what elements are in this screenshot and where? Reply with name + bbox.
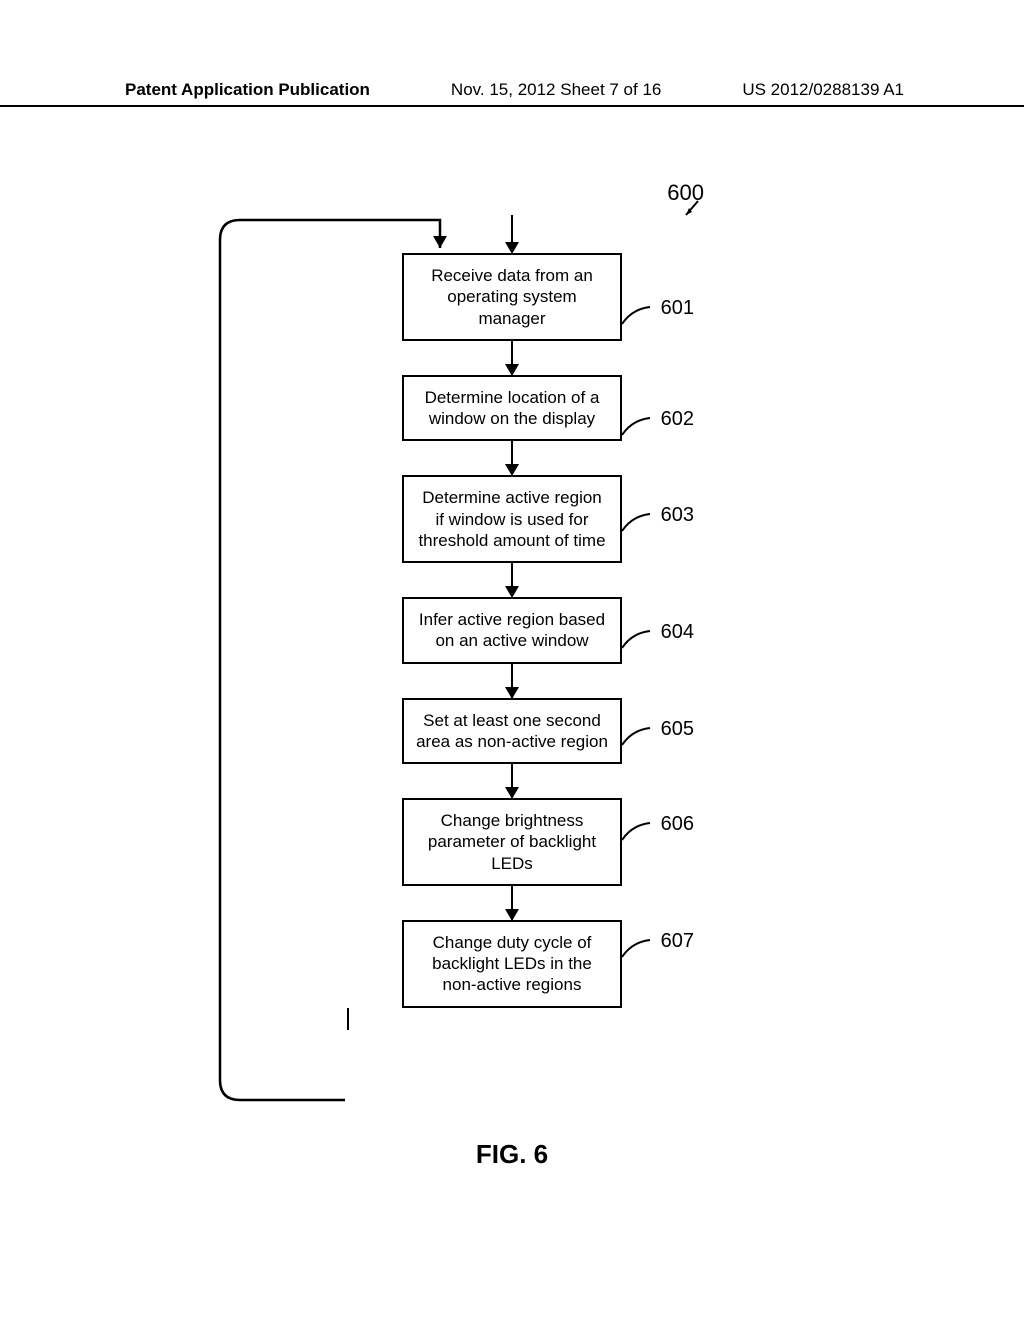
header-publication: Patent Application Publication (125, 80, 370, 100)
connector (511, 441, 513, 475)
step-text: Change duty cycle of backlight LEDs in t… (432, 933, 592, 995)
flow-step-606: Change brightness parameter of backlight… (402, 798, 622, 886)
flow-step-603: Determine active region if window is use… (402, 475, 622, 563)
flowchart-diagram: 600 Receive data from an operating syste… (0, 170, 1024, 1170)
flow-step-605: Set at least one second area as non-acti… (402, 698, 622, 765)
page-header: Patent Application Publication Nov. 15, … (0, 80, 1024, 107)
ref-curve-icon (620, 628, 655, 653)
ref-curve-icon (620, 511, 655, 536)
ref-curve-icon (620, 725, 655, 750)
step-text: Determine active region if window is use… (418, 488, 605, 550)
ref-curve-icon (620, 304, 655, 329)
connector (511, 215, 513, 253)
flow-step-602: Determine location of a window on the di… (402, 375, 622, 442)
ref-label-603: 603 (661, 504, 694, 527)
ref-curve-icon (620, 415, 655, 440)
step-text: Change brightness parameter of backlight… (428, 811, 596, 873)
header-row: Patent Application Publication Nov. 15, … (0, 80, 1024, 100)
step-text: Determine location of a window on the di… (425, 388, 600, 428)
flow-step-607: Change duty cycle of backlight LEDs in t… (402, 920, 622, 1008)
step-text: Infer active region based on an active w… (419, 610, 605, 650)
ref-label-605: 605 (661, 718, 694, 741)
header-sheet-info: Nov. 15, 2012 Sheet 7 of 16 (451, 80, 661, 100)
connector (347, 1008, 349, 1030)
ref-label-606: 606 (661, 813, 694, 836)
flow-steps: Receive data from an operating system ma… (252, 215, 772, 1030)
step-text: Set at least one second area as non-acti… (416, 711, 608, 751)
connector (511, 341, 513, 375)
ref-label-601: 601 (661, 297, 694, 320)
header-pub-number: US 2012/0288139 A1 (742, 80, 904, 100)
connector (511, 764, 513, 798)
ref-curve-icon (620, 937, 655, 962)
figure-caption: FIG. 6 (476, 1139, 548, 1170)
flow-step-601: Receive data from an operating system ma… (402, 253, 622, 341)
ref-label-604: 604 (661, 621, 694, 644)
ref-label-602: 602 (661, 408, 694, 431)
connector (511, 563, 513, 597)
step-text: Receive data from an operating system ma… (431, 266, 593, 328)
flow-step-604: Infer active region based on an active w… (402, 597, 622, 664)
ref-curve-icon (620, 820, 655, 845)
connector (511, 886, 513, 920)
connector (511, 664, 513, 698)
ref-label-607: 607 (661, 930, 694, 953)
